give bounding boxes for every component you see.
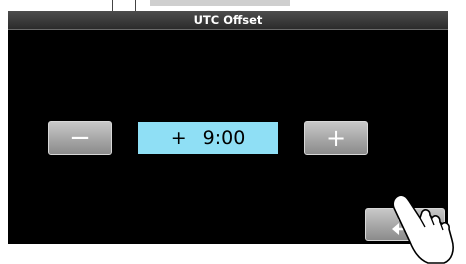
utc-offset-screen: UTC Offset − + 9:00 + (8, 11, 448, 244)
top-decoration (150, 0, 290, 6)
increase-button[interactable]: + (304, 121, 368, 155)
pointing-hand-icon (392, 194, 454, 264)
screen-title: UTC Offset (193, 13, 263, 27)
offset-sign: + (170, 127, 187, 149)
title-bar: UTC Offset (8, 11, 448, 30)
decrease-button[interactable]: − (48, 121, 112, 155)
plus-label: + (325, 124, 347, 152)
offset-value-display: + 9:00 (138, 122, 278, 154)
offset-value: 9:00 (202, 127, 246, 149)
minus-label: − (69, 123, 91, 153)
